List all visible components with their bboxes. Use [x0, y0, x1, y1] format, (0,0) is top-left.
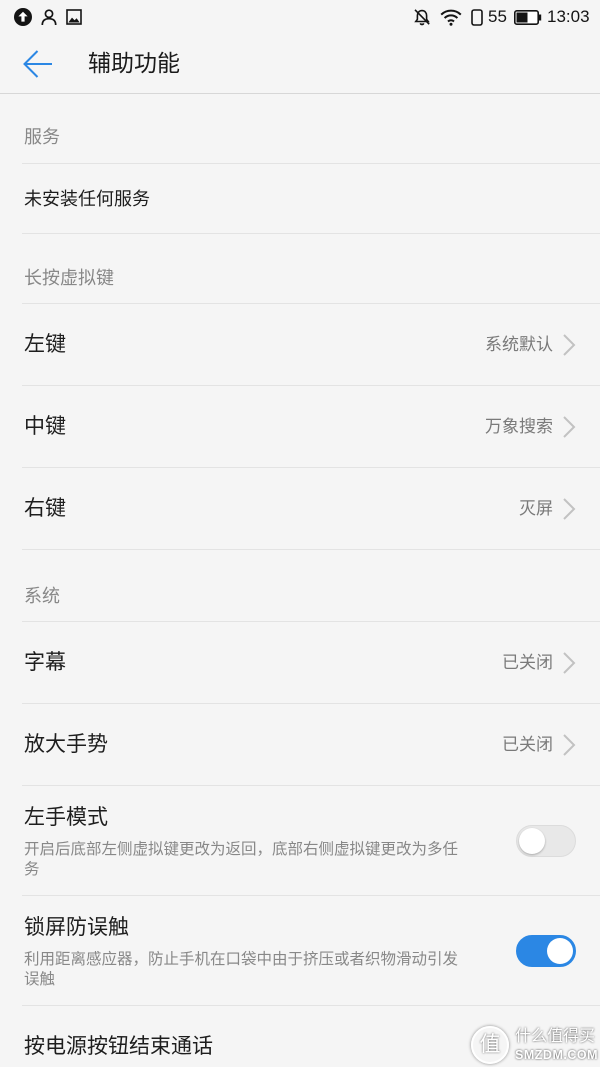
row-description: 开启后底部左侧虚拟键更改为返回，底部右侧虚拟键更改为多任务: [24, 841, 459, 878]
section-header-services: 服务: [0, 94, 600, 164]
magnification-gesture-row[interactable]: 放大手势 已关闭: [0, 704, 600, 786]
row-value: 已关闭: [502, 653, 553, 672]
lockscreen-mistouch-row[interactable]: 锁屏防误触 利用距离感应器，防止手机在口袋中由于挤压或者织物滑动引发误触: [0, 896, 600, 1006]
upload-icon: [14, 8, 32, 26]
row-description: 利用距离感应器，防止手机在口袋中由于挤压或者织物滑动引发误触: [24, 951, 459, 988]
section-header-system: 系统: [0, 550, 600, 622]
watermark-domain: SMZDM.COM: [515, 1048, 598, 1062]
virtual-key-left-row[interactable]: 左键 系统默认: [0, 304, 600, 386]
left-hand-mode-toggle[interactable]: [516, 825, 576, 857]
sim-icon: [471, 9, 483, 26]
chevron-right-icon: [563, 652, 576, 674]
services-empty-text: 未安装任何服务: [24, 189, 150, 209]
image-icon: [66, 9, 82, 25]
row-value: 万象搜索: [485, 417, 553, 436]
virtual-key-right-row[interactable]: 右键 灭屏: [0, 468, 600, 550]
chevron-right-icon: [563, 416, 576, 438]
virtual-key-middle-row[interactable]: 中键 万象搜索: [0, 386, 600, 468]
app-header: 辅助功能: [0, 34, 600, 94]
row-label: 中键: [24, 415, 66, 438]
row-value: 灭屏: [519, 499, 553, 518]
watermark-text: 什么值得买 SMZDM.COM: [515, 1026, 598, 1064]
watermark: 值 什么值得买 SMZDM.COM: [471, 1026, 598, 1064]
battery-icon: [514, 10, 542, 25]
captions-row[interactable]: 字幕 已关闭: [0, 622, 600, 704]
row-label: 锁屏防误触: [24, 916, 129, 939]
back-arrow-icon: [23, 50, 52, 78]
battery-fill: [516, 12, 528, 23]
person-icon: [41, 9, 57, 26]
chevron-right-icon: [563, 498, 576, 520]
chevron-right-icon: [563, 334, 576, 356]
status-bar: 55 13:03: [0, 0, 600, 34]
toggle-knob: [519, 828, 545, 854]
row-label: 左手模式: [24, 806, 108, 829]
wifi-icon: [440, 9, 462, 26]
section-header-virtual-keys: 长按虚拟键: [0, 234, 600, 304]
row-label: 右键: [24, 497, 66, 520]
chevron-right-icon: [563, 734, 576, 756]
row-label: 字幕: [24, 651, 66, 674]
row-value: 系统默认: [485, 335, 553, 354]
row-label: 放大手势: [24, 733, 108, 756]
lockscreen-mistouch-toggle[interactable]: [516, 935, 576, 967]
watermark-logo: 值: [471, 1026, 510, 1064]
left-hand-mode-row[interactable]: 左手模式 开启后底部左侧虚拟键更改为返回，底部右侧虚拟键更改为多任务: [0, 786, 600, 896]
toggle-knob: [547, 938, 573, 964]
mute-icon: [414, 9, 430, 26]
services-empty-row: 未安装任何服务: [0, 164, 600, 234]
back-button[interactable]: [17, 45, 59, 83]
row-value: 已关闭: [502, 735, 553, 754]
battery-percent: 55: [488, 7, 507, 26]
watermark-name: 什么值得买: [515, 1028, 596, 1045]
row-label: 左键: [24, 333, 66, 356]
clock: 13:03: [547, 7, 590, 26]
page-title: 辅助功能: [88, 50, 180, 76]
